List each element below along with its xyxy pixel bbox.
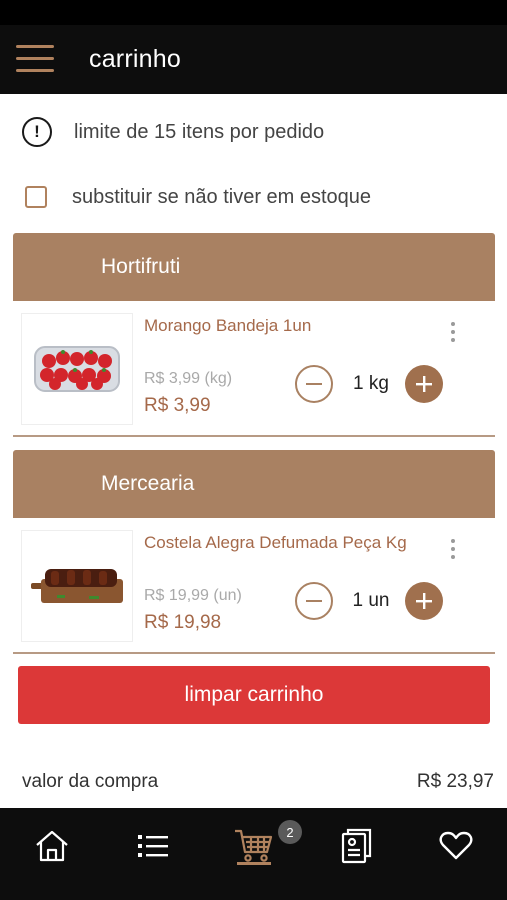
app-header: carrinho [0, 25, 507, 94]
cart-item: Morango Bandeja 1un R$ 3,99 (kg) R$ 3,99… [13, 302, 495, 437]
unit-price: R$ 3,99 (kg) [144, 370, 233, 387]
purchase-total: valor da compra R$ 23,97 [22, 771, 494, 793]
strawberry-tray-icon [34, 346, 120, 392]
item-price: R$ 3,99 [144, 395, 211, 416]
status-bar [0, 0, 507, 25]
total-value: R$ 23,97 [416, 771, 494, 792]
clear-cart-button[interactable]: limpar carrinho [18, 666, 490, 724]
more-options-icon[interactable] [445, 322, 461, 348]
product-image [21, 530, 133, 642]
list-icon[interactable] [131, 824, 175, 868]
page-title: carrinho [89, 45, 181, 73]
unit-price: R$ 19,99 (un) [144, 587, 242, 604]
more-options-icon[interactable] [445, 539, 461, 565]
total-label: valor da compra [22, 771, 159, 792]
cart-item: Costela Alegra Defumada Peça Kg R$ 19,99… [13, 519, 495, 654]
product-image [21, 313, 133, 425]
decrease-quantity-button[interactable] [295, 582, 333, 620]
plus-icon [416, 593, 432, 609]
quantity-value: 1 un [352, 590, 390, 611]
cart-count-badge: 2 [278, 820, 302, 844]
quantity-value: 1 kg [353, 373, 389, 394]
exclamation-circle-icon: ! [22, 117, 52, 147]
substitute-label: substituir se não tiver em estoque [72, 185, 372, 208]
decrease-quantity-button[interactable] [295, 365, 333, 403]
increase-quantity-button[interactable] [405, 582, 443, 620]
item-limit-text: limite de 15 itens por pedido [74, 120, 325, 143]
smoked-ribs-icon [31, 569, 123, 603]
plus-icon [416, 376, 432, 392]
product-name[interactable]: Costela Alegra Defumada Peça Kg [144, 533, 407, 553]
increase-quantity-button[interactable] [405, 365, 443, 403]
item-limit-notice: ! limite de 15 itens por pedido [22, 117, 324, 147]
item-price: R$ 19,98 [144, 612, 222, 633]
active-tab-indicator [237, 862, 271, 865]
heart-icon[interactable] [434, 824, 478, 868]
hamburger-menu-icon[interactable] [16, 44, 54, 74]
category-header-mercearia: Mercearia [13, 450, 495, 518]
category-title: Mercearia [101, 472, 195, 495]
substitute-option[interactable]: substituir se não tiver em estoque [25, 185, 371, 209]
home-icon[interactable] [30, 824, 74, 868]
category-title: Hortifruti [101, 255, 181, 278]
product-name[interactable]: Morango Bandeja 1un [144, 316, 311, 336]
bottom-navigation [0, 808, 507, 900]
substitute-checkbox[interactable] [25, 186, 47, 208]
category-header-hortifruti: Hortifruti [13, 233, 495, 301]
receipt-icon[interactable] [334, 824, 378, 868]
